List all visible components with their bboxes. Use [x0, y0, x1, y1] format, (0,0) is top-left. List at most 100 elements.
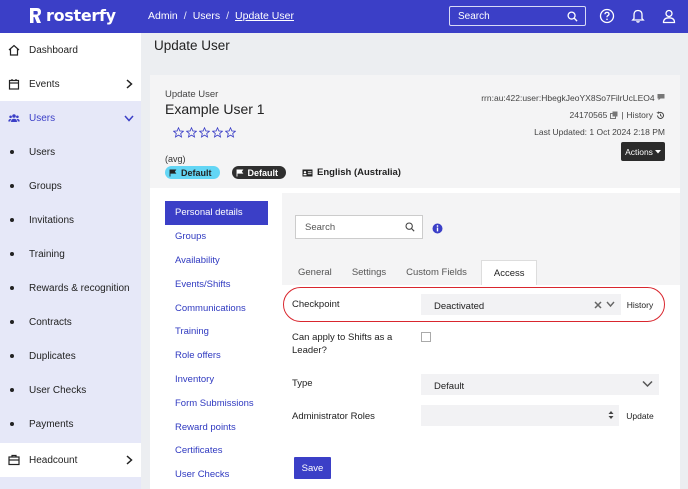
- info-icon[interactable]: [432, 223, 443, 234]
- admin-roles-select[interactable]: [421, 405, 619, 426]
- global-search: [449, 6, 586, 26]
- sidebar-subitem-contracts[interactable]: Contracts: [0, 305, 141, 339]
- leader-checkbox[interactable]: [421, 332, 431, 342]
- user-icon[interactable]: [661, 8, 677, 24]
- bullet-icon: [10, 354, 14, 358]
- sidebar-subitem-label: Contracts: [29, 316, 72, 328]
- menu-personal-details[interactable]: Personal details: [165, 201, 268, 225]
- status-badge-label: Default: [247, 167, 279, 178]
- tab-access[interactable]: Access: [480, 260, 538, 285]
- star-icon[interactable]: [173, 127, 184, 138]
- sidebar-subitem-user-checks[interactable]: User Checks: [0, 373, 141, 407]
- search-icon[interactable]: [405, 222, 415, 232]
- breadcrumb-admin[interactable]: Admin: [148, 10, 178, 22]
- type-value: Default: [434, 380, 465, 392]
- user-id-row: 24170565 | History: [570, 110, 666, 120]
- logo[interactable]: rosterfy: [28, 6, 116, 25]
- user-header-label: Update User: [165, 89, 219, 100]
- sidebar-subitem-label: User Checks: [29, 384, 87, 396]
- type-label: Type: [292, 378, 313, 389]
- search-icon[interactable]: [567, 11, 578, 22]
- language-badge: English (Australia): [302, 167, 401, 178]
- breadcrumb-update-user[interactable]: Update User: [235, 10, 294, 22]
- user-name: Example User 1: [165, 101, 265, 117]
- leader-label: Can apply to Shifts as a Leader?: [292, 332, 393, 356]
- flag-icon: [236, 169, 243, 176]
- flag-icon: [169, 169, 177, 176]
- bullet-icon: [10, 218, 14, 222]
- breadcrumb: Admin / Users / Update User: [148, 10, 294, 22]
- sidebar-item-users[interactable]: Users: [0, 101, 141, 135]
- sidebar-item-dashboard[interactable]: Dashboard: [0, 33, 141, 67]
- sidebar-subitem-label: Groups: [29, 180, 62, 192]
- rating-average: (avg): [165, 154, 186, 164]
- sidebar-item-label: Events: [29, 78, 60, 90]
- help-icon[interactable]: [599, 8, 615, 24]
- menu-availability[interactable]: Availability: [165, 249, 268, 273]
- users-icon: [8, 114, 20, 122]
- sidebar-subitem-label: Duplicates: [29, 350, 76, 362]
- menu-user-checks[interactable]: User Checks: [165, 463, 268, 487]
- chevron-right-icon: [126, 455, 133, 465]
- admin-roles-update-button[interactable]: Update: [621, 405, 659, 426]
- bullet-icon: [10, 388, 14, 392]
- sidebar-subitem-label: Payments: [29, 418, 74, 430]
- sidebar-subitem-groups[interactable]: Groups: [0, 169, 141, 203]
- home-icon: [8, 44, 20, 56]
- language-label: English (Australia): [317, 167, 401, 178]
- actions-dropdown-button[interactable]: Actions: [621, 142, 665, 161]
- breadcrumb-users[interactable]: Users: [193, 10, 220, 22]
- sidebar-subitem-rewards[interactable]: Rewards & recognition: [0, 271, 141, 305]
- tab-custom-fields[interactable]: Custom Fields: [396, 260, 477, 285]
- copy-icon[interactable]: [610, 111, 618, 119]
- sidebar-subitem-duplicates[interactable]: Duplicates: [0, 339, 141, 373]
- user-rrn: rrn:au:422:user:HbegkJeoYX8So7FilrUcLEO4: [481, 93, 665, 103]
- sidebar-subitem-invitations[interactable]: Invitations: [0, 203, 141, 237]
- menu-role-offers[interactable]: Role offers: [165, 344, 268, 368]
- star-icon[interactable]: [225, 127, 236, 138]
- calendar-icon: [8, 79, 20, 90]
- menu-certificates[interactable]: Certificates: [165, 439, 268, 463]
- comment-icon[interactable]: [657, 93, 665, 101]
- star-icon[interactable]: [186, 127, 197, 138]
- sidebar-item-events[interactable]: Events: [0, 67, 141, 101]
- field-search-input[interactable]: [296, 221, 401, 233]
- menu-communications[interactable]: Communications: [165, 296, 268, 320]
- menu-inventory[interactable]: Inventory: [165, 368, 268, 392]
- bell-icon[interactable]: [630, 8, 646, 24]
- save-button[interactable]: Save: [294, 457, 331, 479]
- star-icon[interactable]: [199, 127, 210, 138]
- sidebar-item-label: Headcount: [29, 454, 78, 466]
- checkpoint-highlight: [283, 287, 665, 322]
- last-updated: Last Updated: 1 Oct 2024 2:18 PM: [534, 127, 665, 137]
- menu-events-shifts[interactable]: Events/Shifts: [165, 272, 268, 296]
- sidebar-item-headcount[interactable]: Headcount: [0, 443, 141, 477]
- bullet-icon: [10, 150, 14, 154]
- bullet-icon: [10, 286, 14, 290]
- star-icon[interactable]: [212, 127, 223, 138]
- sidebar-item-label: Users: [29, 112, 56, 124]
- chevron-right-icon: [126, 79, 133, 89]
- sidebar-subitem-label: Rewards & recognition: [29, 282, 130, 294]
- history-link[interactable]: History: [627, 110, 653, 120]
- sidebar: Dashboard Events Users Users Groups Invi…: [0, 33, 141, 489]
- menu-training[interactable]: Training: [165, 320, 268, 344]
- menu-reward-points[interactable]: Reward points: [165, 415, 268, 439]
- sidebar-subitem-users[interactable]: Users: [0, 135, 141, 169]
- page-title: Update User: [154, 38, 230, 53]
- chevron-down-icon[interactable]: [642, 380, 653, 388]
- history-icon[interactable]: [656, 110, 665, 120]
- menu-groups[interactable]: Groups: [165, 225, 268, 249]
- logo-text: rosterfy: [46, 6, 116, 25]
- tab-general[interactable]: General: [288, 260, 342, 285]
- bullet-icon: [10, 252, 14, 256]
- sidebar-subitem-payments[interactable]: Payments: [0, 407, 141, 441]
- bullet-icon: [10, 422, 14, 426]
- sidebar-subitem-training[interactable]: Training: [0, 237, 141, 271]
- global-search-input[interactable]: [450, 10, 565, 22]
- menu-form-submissions[interactable]: Form Submissions: [165, 391, 268, 415]
- status-badge: Default: [165, 166, 220, 179]
- type-select[interactable]: Default: [421, 374, 659, 395]
- rating-stars[interactable]: [173, 127, 236, 138]
- tab-settings[interactable]: Settings: [342, 260, 396, 285]
